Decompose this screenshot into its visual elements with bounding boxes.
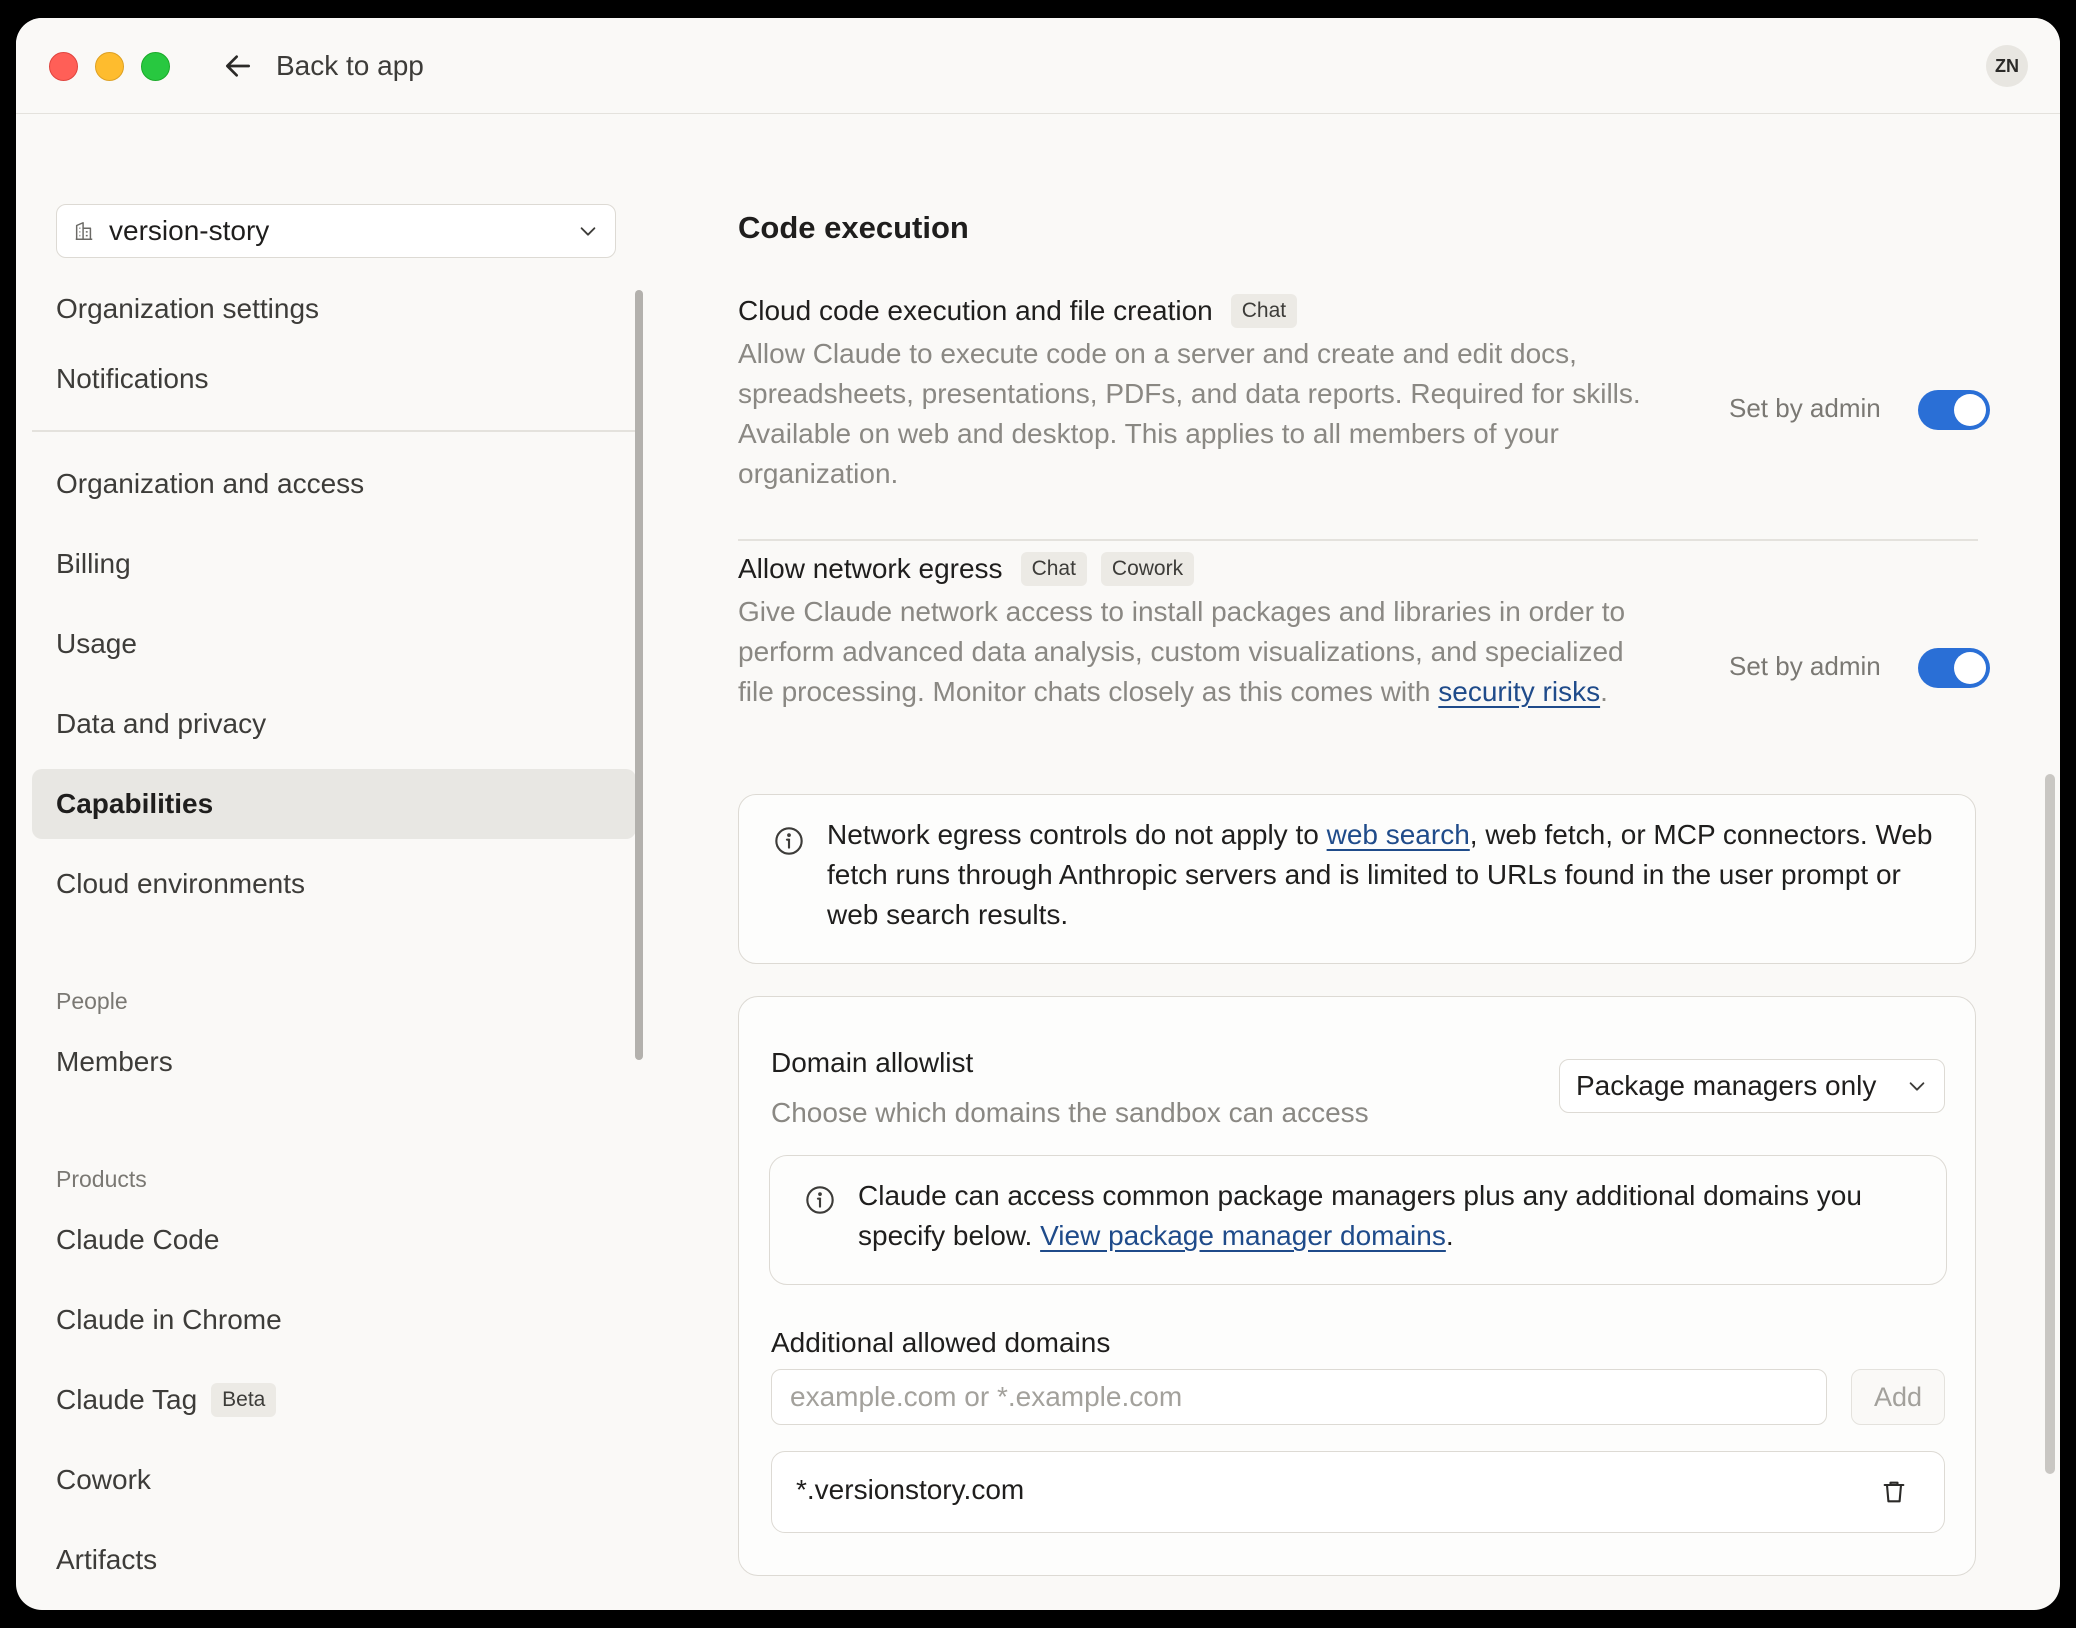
- additional-domains-title: Additional allowed domains: [771, 1327, 1111, 1358]
- allowed-domain-row: *.versionstory.com: [771, 1451, 1945, 1533]
- nav-claude-tag[interactable]: Claude Tag Beta: [32, 1365, 636, 1435]
- security-risks-link[interactable]: security risks: [1438, 676, 1600, 707]
- info-icon: [806, 1186, 834, 1214]
- cloud-exec-toggle[interactable]: [1918, 390, 1990, 430]
- section-title: Code execution: [738, 210, 969, 245]
- domain-input[interactable]: [771, 1369, 1827, 1425]
- toggle-knob: [1954, 394, 1986, 426]
- title-bar: Back to app ZN: [16, 18, 2060, 114]
- domain-allowlist-subtitle: Choose which domains the sandbox can acc…: [771, 1097, 1369, 1128]
- nav-claude-code[interactable]: Claude Code: [32, 1205, 636, 1275]
- network-egress-description-end: .: [1600, 676, 1608, 707]
- arrow-left-icon: [226, 55, 250, 77]
- cloud-exec-title-row: Cloud code execution and file creation C…: [738, 294, 1298, 328]
- network-egress-toggle[interactable]: [1918, 648, 1990, 688]
- package-manager-info-box: Claude can access common package manager…: [769, 1155, 1947, 1285]
- view-package-manager-domains-link[interactable]: View package manager domains: [1040, 1220, 1446, 1251]
- zoom-window-button[interactable]: [141, 52, 170, 81]
- add-domain-button[interactable]: Add: [1851, 1369, 1945, 1425]
- app-window: Back to app ZN version-story Organizatio…: [16, 18, 2060, 1610]
- cloud-exec-title: Cloud code execution and file creation: [738, 295, 1213, 326]
- toggle-knob: [1954, 652, 1986, 684]
- domain-allowlist-title: Domain allowlist: [771, 1047, 974, 1078]
- back-to-app-label: Back to app: [276, 50, 424, 81]
- nav-capabilities[interactable]: Capabilities: [32, 769, 636, 839]
- network-egress-set-by-admin: Set by admin: [1729, 651, 1881, 681]
- allowlist-mode-dropdown[interactable]: Package managers only: [1559, 1059, 1945, 1113]
- domain-allowlist-panel: Domain allowlist Choose which domains th…: [738, 996, 1976, 1576]
- sidebar-scrollbar[interactable]: [635, 290, 643, 1060]
- egress-notice-text: Network egress controls do not apply to …: [827, 815, 1947, 935]
- nav-members[interactable]: Members: [32, 1027, 636, 1097]
- network-egress-title-row: Allow network egress Chat Cowork: [738, 552, 1195, 586]
- nav-cowork[interactable]: Cowork: [32, 1445, 636, 1515]
- minimize-window-button[interactable]: [95, 52, 124, 81]
- package-manager-info-after: .: [1445, 1220, 1454, 1251]
- sidebar: version-story Organization settings Noti…: [16, 114, 643, 1610]
- sidebar-divider: [32, 430, 636, 432]
- nav-organization-settings[interactable]: Organization settings: [32, 274, 636, 344]
- cowork-badge: Cowork: [1100, 552, 1195, 586]
- building-icon: [75, 222, 93, 240]
- nav-cloud-environments[interactable]: Cloud environments: [32, 849, 636, 919]
- beta-badge: Beta: [211, 1383, 277, 1417]
- nav-claude-tag-label: Claude Tag: [56, 1384, 198, 1415]
- chat-badge: Chat: [1020, 552, 1087, 586]
- cloud-exec-set-by-admin: Set by admin: [1729, 393, 1881, 423]
- chevron-down-icon: [1909, 1082, 1925, 1091]
- nav-organization-and-access[interactable]: Organization and access: [32, 449, 636, 519]
- nav-data-and-privacy[interactable]: Data and privacy: [32, 689, 636, 759]
- chevron-down-icon: [580, 227, 596, 236]
- main-content: Code execution Cloud code execution and …: [738, 114, 2055, 1610]
- nav-claude-in-chrome[interactable]: Claude in Chrome: [32, 1285, 636, 1355]
- egress-notice-before: Network egress controls do not apply to: [827, 819, 1327, 850]
- products-heading: Products: [56, 1166, 147, 1192]
- nav-billing[interactable]: Billing: [32, 529, 636, 599]
- organization-name: version-story: [109, 215, 270, 246]
- egress-notice-box: Network egress controls do not apply to …: [738, 794, 1976, 964]
- allowlist-mode-value: Package managers only: [1576, 1070, 1877, 1101]
- user-avatar[interactable]: ZN: [1986, 45, 2028, 87]
- close-window-button[interactable]: [49, 52, 78, 81]
- chat-badge: Chat: [1230, 294, 1298, 328]
- web-search-link[interactable]: web search: [1327, 819, 1470, 850]
- settings-divider: [738, 539, 1978, 541]
- nav-artifacts[interactable]: Artifacts: [32, 1525, 636, 1595]
- main-scrollbar[interactable]: [2045, 774, 2055, 1474]
- nav-notifications[interactable]: Notifications: [32, 344, 636, 414]
- network-egress-title: Allow network egress: [738, 553, 1003, 584]
- info-icon: [775, 827, 803, 855]
- trash-icon[interactable]: [1880, 1478, 1908, 1506]
- package-manager-info-text: Claude can access common package manager…: [858, 1176, 1928, 1256]
- people-heading: People: [56, 988, 128, 1014]
- network-egress-description: Give Claude network access to install pa…: [738, 592, 1658, 712]
- allowed-domain-text: *.versionstory.com: [796, 1474, 1025, 1505]
- organization-selector[interactable]: version-story: [56, 204, 616, 258]
- back-to-app-button[interactable]: Back to app: [222, 46, 424, 86]
- cloud-exec-description: Allow Claude to execute code on a server…: [738, 338, 1641, 489]
- nav-usage[interactable]: Usage: [32, 609, 636, 679]
